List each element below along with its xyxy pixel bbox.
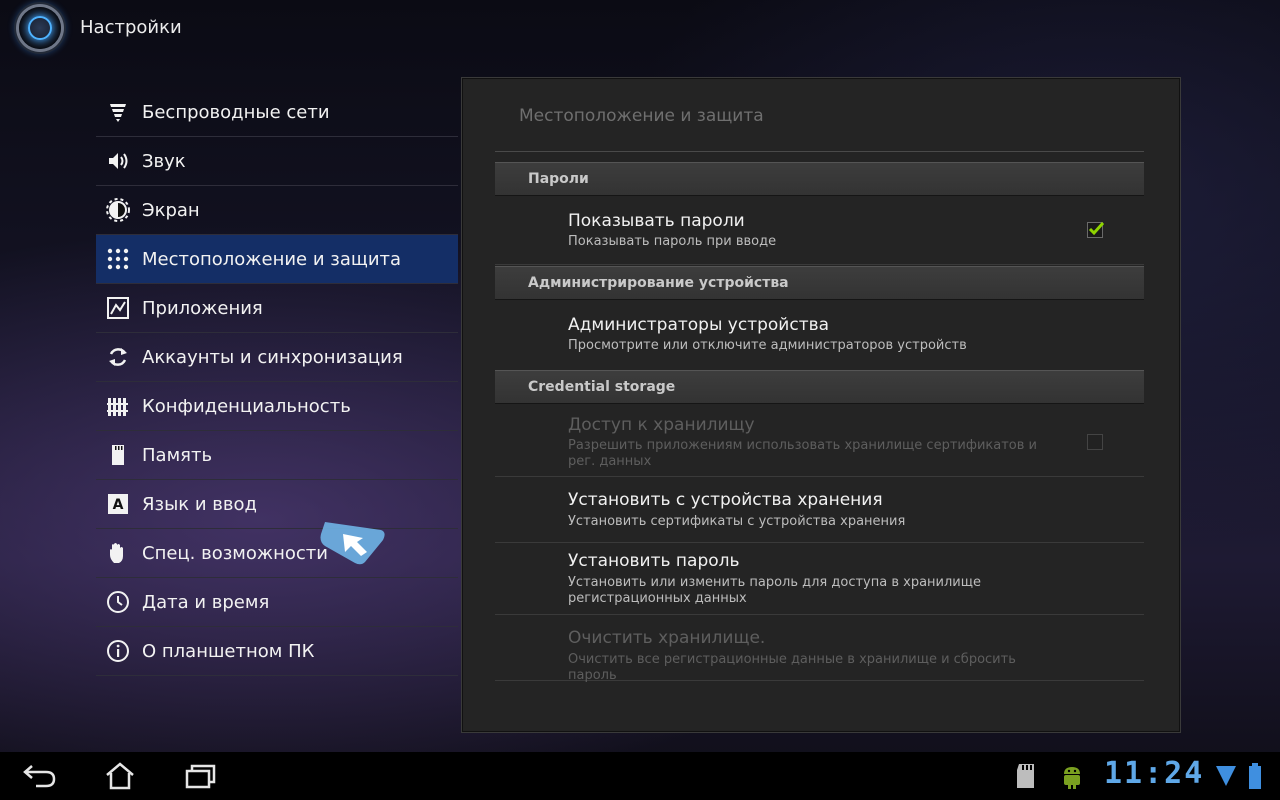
back-icon[interactable]	[20, 760, 60, 792]
section-header-credential-storage: Credential storage	[495, 370, 1144, 404]
panel-title: Местоположение и защита	[519, 106, 764, 126]
menu-item-accounts-sync[interactable]: Аккаунты и синхронизация	[96, 333, 458, 382]
wifi-signal-icon	[1214, 760, 1238, 792]
wifi-icon	[106, 100, 130, 124]
apps-icon	[106, 296, 130, 320]
language-icon: A	[106, 492, 130, 516]
battery-icon	[1240, 760, 1270, 792]
settings-app-icon[interactable]	[19, 7, 61, 49]
divider	[495, 151, 1144, 152]
svg-text:A: A	[113, 497, 124, 513]
pref-install-from-storage[interactable]: Установить с устройства хранения Установ…	[495, 477, 1144, 543]
menu-item-location-security[interactable]: Местоположение и защита	[96, 235, 458, 284]
status-clock: 11:24	[1104, 756, 1205, 791]
pref-title: Администраторы устройства	[568, 315, 830, 335]
section-header-label: Credential storage	[528, 379, 676, 395]
pref-title: Показывать пароли	[568, 211, 745, 231]
action-bar: Настройки	[0, 0, 1280, 60]
section-header-label: Пароли	[528, 171, 589, 187]
menu-item-label: Конфиденциальность	[142, 395, 351, 417]
app-title: Настройки	[80, 17, 182, 38]
show-passwords-checkbox[interactable]	[1087, 221, 1104, 238]
menu-item-label: Беспроводные сети	[142, 101, 330, 123]
android-debug-icon	[1052, 760, 1092, 792]
pref-title: Очистить хранилище.	[568, 628, 766, 648]
pref-storage-access[interactable]: Доступ к хранилищу Разрешить приложениям…	[495, 404, 1144, 477]
menu-item-label: Звук	[142, 150, 186, 172]
home-icon[interactable]	[100, 760, 140, 792]
pref-clear-storage[interactable]: Очистить хранилище. Очистить все регистр…	[495, 615, 1144, 683]
menu-item-screen[interactable]: Экран	[96, 186, 458, 235]
menu-item-date-time[interactable]: Дата и время	[96, 578, 458, 627]
menu-item-applications[interactable]: Приложения	[96, 284, 458, 333]
menu-item-label: Язык и ввод	[142, 493, 257, 515]
menu-item-label: Экран	[142, 199, 200, 221]
section-header-device-admin: Администрирование устройства	[495, 266, 1144, 300]
menu-item-label: О планшетном ПК	[142, 640, 315, 662]
brightness-icon	[106, 198, 130, 222]
info-icon	[106, 639, 130, 663]
pref-title: Установить с устройства хранения	[568, 490, 883, 510]
pref-show-passwords[interactable]: Показывать пароли Показывать пароль при …	[495, 196, 1144, 265]
sd-card-icon	[106, 443, 130, 467]
menu-item-accessibility[interactable]: Спец. возможности	[96, 529, 458, 578]
pref-summary: Установить сертификаты с устройства хран…	[568, 514, 906, 529]
pref-summary: Очистить все регистрационные данные в хр…	[568, 652, 1016, 683]
clock-icon	[106, 590, 130, 614]
menu-item-about[interactable]: О планшетном ПК	[96, 627, 458, 676]
speaker-icon	[106, 149, 130, 173]
hand-icon	[106, 541, 130, 565]
menu-item-wireless[interactable]: Беспроводные сети	[96, 88, 458, 137]
settings-menu: Беспроводные сети Звук Экран Местоположе…	[96, 88, 458, 676]
sd-card-icon	[1006, 760, 1046, 792]
section-header-passwords: Пароли	[495, 162, 1144, 196]
pref-title: Доступ к хранилищу	[568, 415, 755, 435]
recent-apps-icon[interactable]	[180, 760, 220, 792]
pref-summary: Просмотрите или отключите администраторо…	[568, 338, 967, 353]
menu-item-sound[interactable]: Звук	[96, 137, 458, 186]
privacy-fence-icon	[106, 394, 130, 418]
pref-set-password[interactable]: Установить пароль Установить или изменит…	[495, 543, 1144, 615]
pref-summary: Показывать пароль при вводе	[568, 234, 777, 249]
lock-pattern-icon	[106, 247, 130, 271]
section-header-label: Администрирование устройства	[528, 275, 789, 291]
detail-panel: Местоположение и защита Пароли Показыват…	[461, 77, 1181, 733]
menu-item-privacy[interactable]: Конфиденциальность	[96, 382, 458, 431]
menu-item-label: Приложения	[142, 297, 263, 319]
menu-item-label: Местоположение и защита	[142, 248, 402, 270]
pref-title: Установить пароль	[568, 551, 740, 571]
menu-item-label: Дата и время	[142, 591, 270, 613]
menu-item-label: Аккаунты и синхронизация	[142, 346, 403, 368]
menu-item-language-input[interactable]: A Язык и ввод	[96, 480, 458, 529]
pref-summary: Разрешить приложениям использовать храни…	[568, 438, 1038, 469]
watermark-logo	[303, 516, 403, 586]
menu-item-storage[interactable]: Память	[96, 431, 458, 480]
menu-item-label: Память	[142, 444, 213, 466]
sync-icon	[106, 345, 130, 369]
system-bar	[0, 752, 1280, 800]
pref-device-admins[interactable]: Администраторы устройства Просмотрите ил…	[495, 300, 1144, 368]
storage-access-checkbox[interactable]	[1087, 434, 1103, 450]
pref-summary: Установить или изменить пароль для досту…	[568, 575, 981, 606]
menu-item-label: Спец. возможности	[142, 542, 328, 564]
